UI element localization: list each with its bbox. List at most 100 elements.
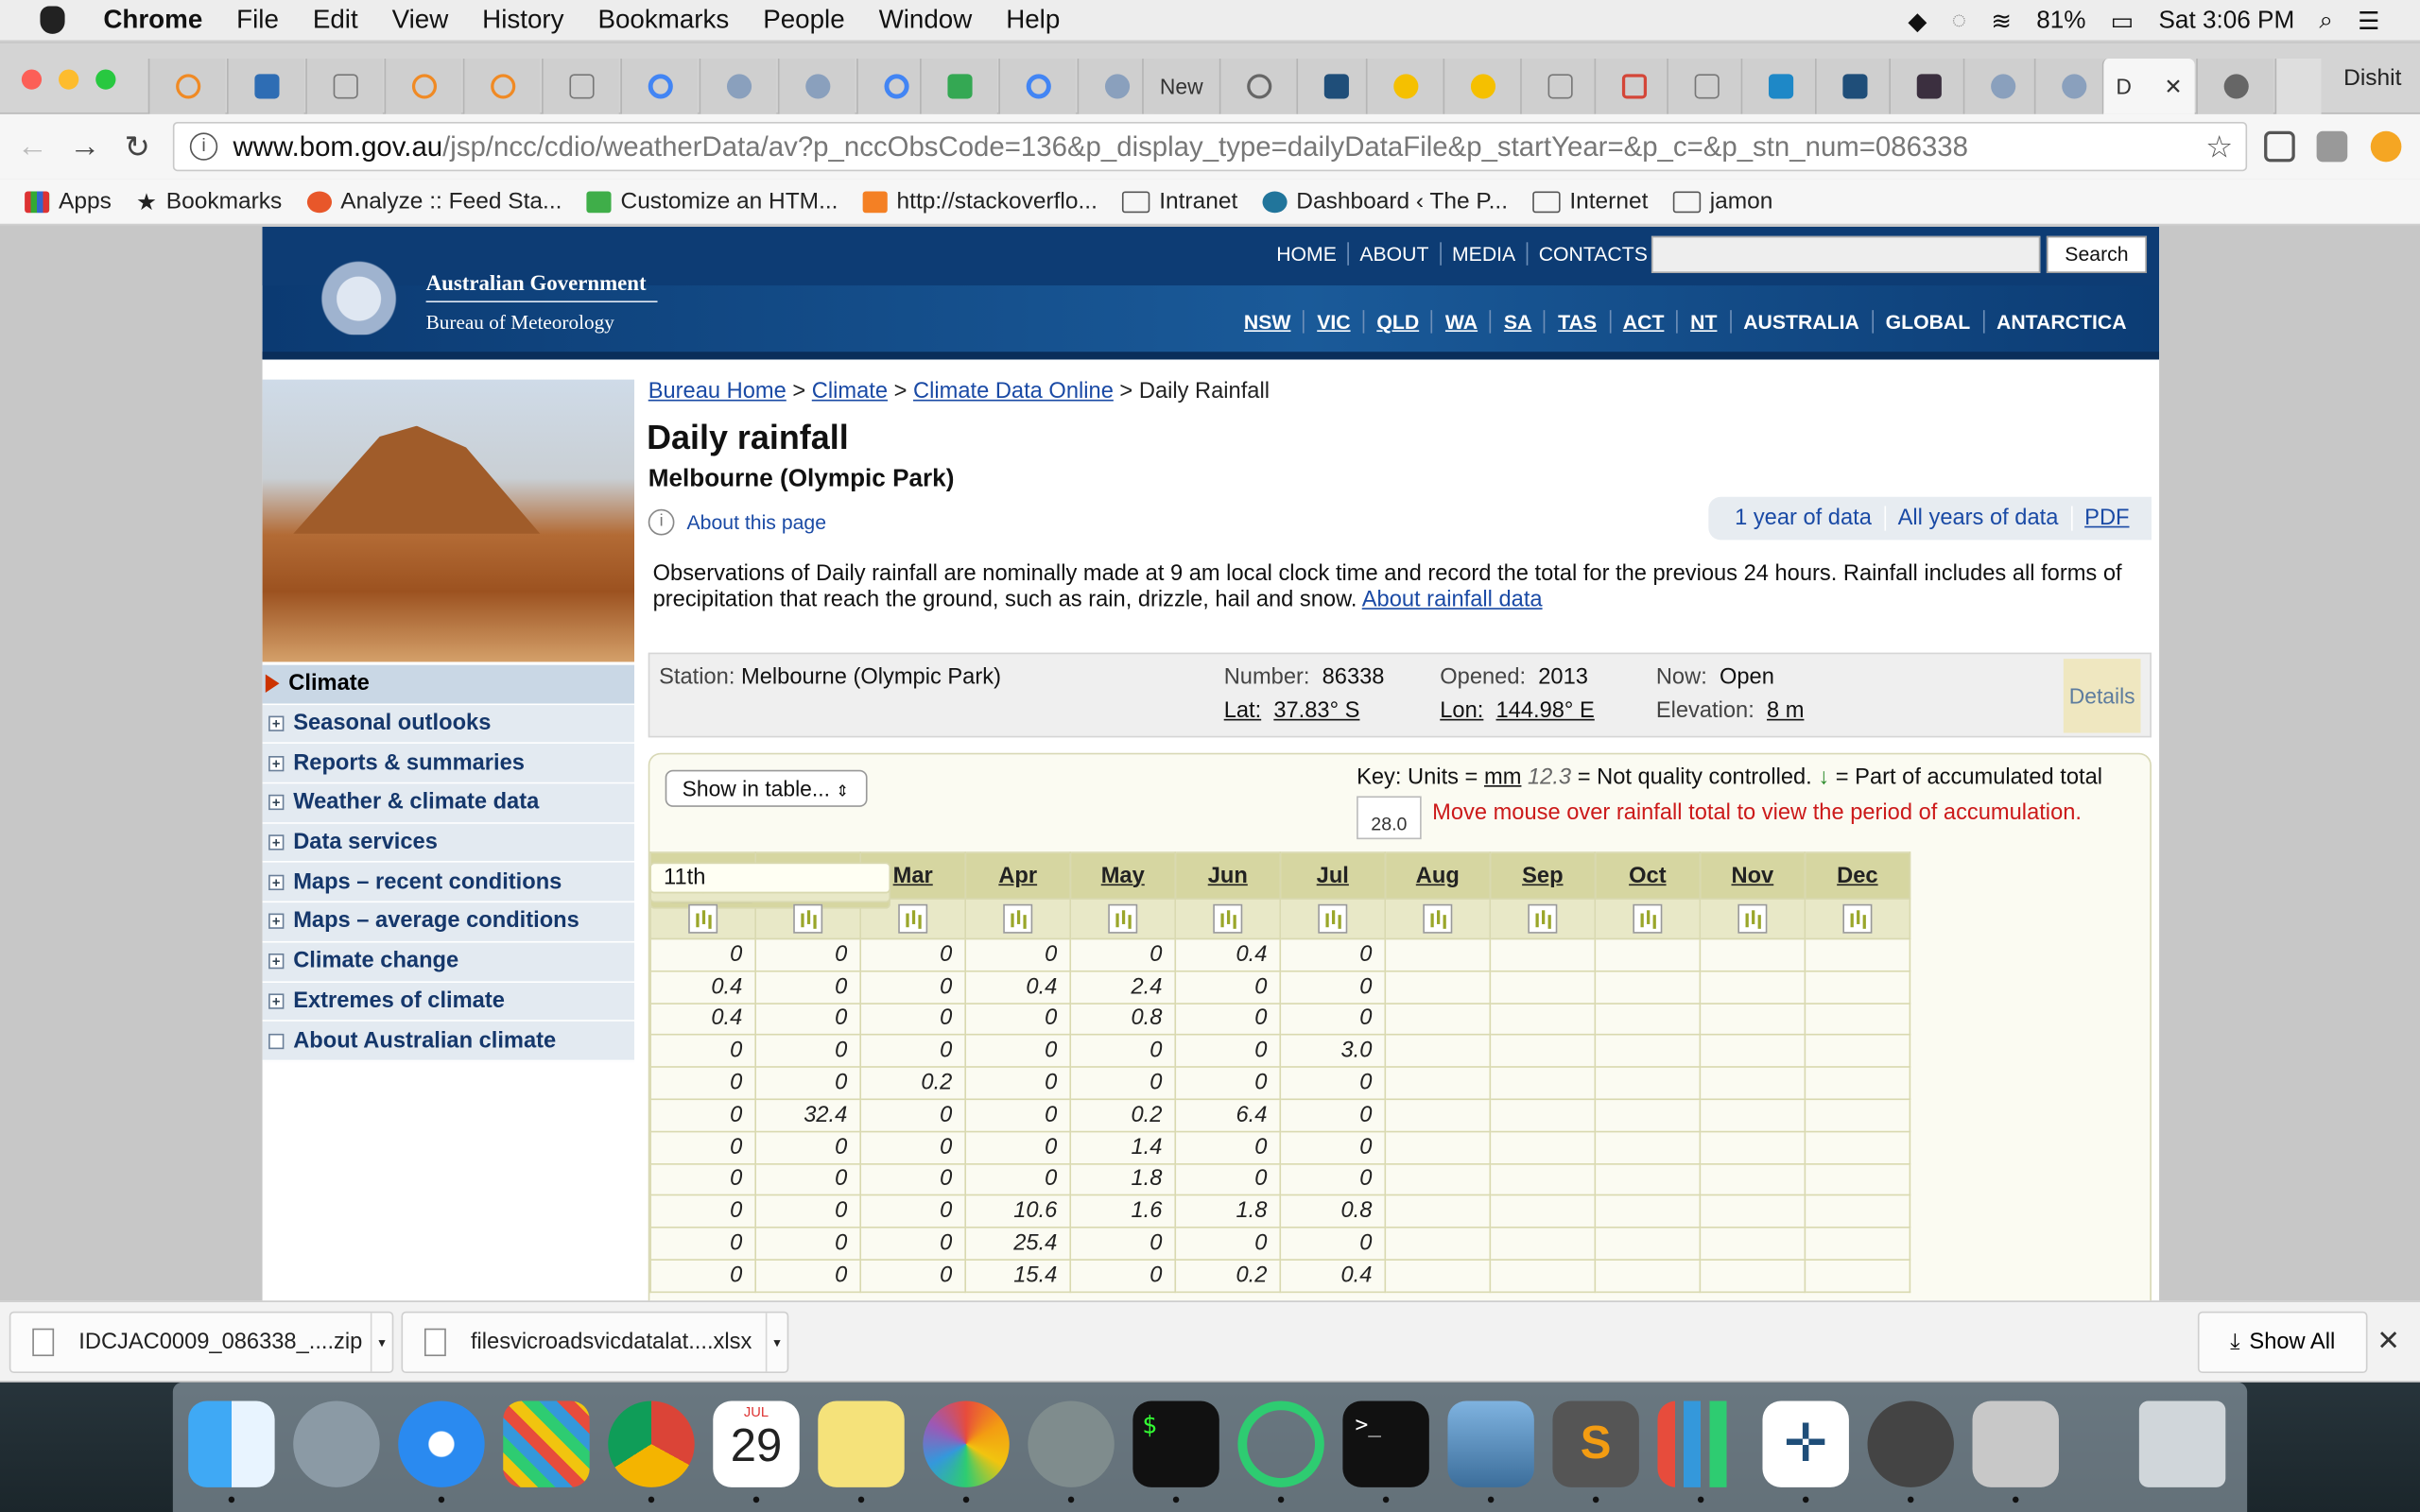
- bar-chart-icon[interactable]: [1423, 903, 1453, 934]
- launchpad-icon[interactable]: [293, 1400, 380, 1487]
- tab[interactable]: [920, 59, 997, 114]
- bookmark-bookmarks[interactable]: ★ Bookmarks: [136, 187, 282, 215]
- nav-wa[interactable]: WA: [1433, 310, 1492, 334]
- bar-chart-icon[interactable]: [1633, 903, 1663, 934]
- tab[interactable]: [1740, 59, 1819, 114]
- sidebar-item-climate[interactable]: Climate: [262, 664, 635, 705]
- month-header-may[interactable]: May: [1069, 851, 1177, 900]
- tab[interactable]: [1520, 59, 1598, 114]
- tab[interactable]: [1443, 59, 1521, 114]
- download-item[interactable]: filesvicroadsvicdatalat....xlsx ▾: [401, 1311, 789, 1374]
- nav-about[interactable]: ABOUT: [1349, 242, 1442, 266]
- month-header-nov[interactable]: Nov: [1699, 851, 1806, 900]
- notification-center-icon[interactable]: ☰: [2358, 6, 2379, 37]
- show-in-table-select[interactable]: Show in table... ⇕: [665, 769, 868, 807]
- pdf-link[interactable]: PDF: [2072, 507, 2141, 531]
- tab[interactable]: [777, 59, 856, 114]
- bar-chart-icon[interactable]: [1737, 903, 1768, 934]
- tab[interactable]: [1962, 59, 2041, 114]
- grab-icon[interactable]: [1972, 1400, 2059, 1487]
- nav-global[interactable]: GLOBAL: [1874, 310, 1984, 334]
- trash-icon[interactable]: [2138, 1400, 2226, 1487]
- finder-icon[interactable]: [188, 1400, 275, 1487]
- tab[interactable]: [1814, 59, 1893, 114]
- notes-icon[interactable]: [818, 1400, 905, 1487]
- tab[interactable]: [384, 59, 462, 114]
- new-tab-button[interactable]: [2274, 59, 2322, 114]
- tab[interactable]: [998, 59, 1076, 114]
- menu-history[interactable]: History: [482, 5, 563, 36]
- month-header-apr[interactable]: Apr: [964, 851, 1072, 900]
- tab-new[interactable]: New: [1142, 59, 1219, 114]
- tab[interactable]: [542, 59, 619, 114]
- bookmark-jamon[interactable]: jamon: [1672, 188, 1772, 215]
- bar-chart-icon[interactable]: [898, 903, 928, 934]
- nav-tas[interactable]: TAS: [1546, 310, 1611, 334]
- tab[interactable]: [699, 59, 777, 114]
- menu-edit[interactable]: Edit: [313, 5, 358, 36]
- calendar-icon[interactable]: 29 JUL: [713, 1400, 800, 1487]
- tab[interactable]: [2196, 59, 2273, 114]
- preview-icon[interactable]: [1447, 1400, 1534, 1487]
- site-search-button[interactable]: Search: [2046, 235, 2148, 273]
- bar-chart-icon[interactable]: [1108, 903, 1138, 934]
- one-year-link[interactable]: 1 year of data: [1708, 506, 1886, 531]
- month-header-aug[interactable]: Aug: [1384, 851, 1492, 900]
- nav-australia[interactable]: AUSTRALIA: [1731, 310, 1874, 334]
- extension-icon[interactable]: [2316, 130, 2348, 163]
- system-preferences-icon[interactable]: [1028, 1400, 1115, 1487]
- sublime-icon[interactable]: S: [1552, 1400, 1639, 1487]
- menu-help[interactable]: Help: [1006, 5, 1060, 36]
- nav-antarctica[interactable]: ANTARCTICA: [1984, 310, 2139, 333]
- all-years-link[interactable]: All years of data: [1886, 506, 2073, 531]
- tab[interactable]: [2033, 59, 2112, 114]
- battery-icon[interactable]: ▭: [2111, 6, 2135, 37]
- download-menu-caret-icon[interactable]: ▾: [765, 1313, 787, 1372]
- bookmark-internet[interactable]: Internet: [1532, 188, 1648, 215]
- bookmark-customize[interactable]: Customize an HTM...: [586, 188, 838, 215]
- download-item[interactable]: IDCJAC0009_086338_....zip ▾: [9, 1311, 394, 1374]
- nav-media[interactable]: MEDIA: [1442, 242, 1529, 266]
- apple-icon[interactable]: [40, 6, 65, 34]
- close-downloads-icon[interactable]: ✕: [2377, 1325, 2400, 1357]
- wifi-icon[interactable]: ≋: [1991, 6, 2012, 37]
- bureau-title[interactable]: Bureau of Meteorology: [426, 310, 614, 335]
- menu-people[interactable]: People: [763, 5, 844, 36]
- tableau-icon[interactable]: ✛: [1762, 1400, 1849, 1487]
- bookmark-feed[interactable]: Analyze :: Feed Sta...: [306, 188, 562, 215]
- nav-act[interactable]: ACT: [1611, 310, 1679, 334]
- tab[interactable]: [1296, 59, 1374, 114]
- sidebar-item-about-climate[interactable]: About Australian climate: [262, 1022, 635, 1062]
- nav-qld[interactable]: QLD: [1364, 310, 1433, 334]
- sidebar-item-maps-average[interactable]: + Maps – average conditions: [262, 902, 635, 943]
- gov-title[interactable]: Australian Government: [426, 273, 647, 298]
- spotlight-icon[interactable]: ⌕: [2319, 7, 2333, 34]
- tab[interactable]: [226, 59, 304, 114]
- sync-icon[interactable]: ◌: [1952, 7, 1967, 34]
- safari-icon[interactable]: [398, 1400, 485, 1487]
- tab[interactable]: [1667, 59, 1744, 114]
- crumb-bureau-home[interactable]: Bureau Home: [648, 380, 786, 404]
- menu-window[interactable]: Window: [879, 5, 973, 36]
- sidebar-item-weather-data[interactable]: + Weather & climate data: [262, 783, 635, 824]
- screenshot-icon[interactable]: [1867, 1400, 1954, 1487]
- crumb-climate-data-online[interactable]: Climate Data Online: [913, 380, 1114, 404]
- site-search-input[interactable]: [1651, 235, 2041, 273]
- bar-chart-icon[interactable]: [793, 903, 823, 934]
- tab[interactable]: [1365, 59, 1443, 114]
- tab[interactable]: [147, 59, 226, 114]
- tab[interactable]: [462, 59, 541, 114]
- dropbox-icon[interactable]: ◆: [1908, 6, 1927, 37]
- lon-label[interactable]: Lon:: [1440, 699, 1483, 724]
- bar-chart-icon[interactable]: [1318, 903, 1348, 934]
- bar-chart-icon[interactable]: [1213, 903, 1243, 934]
- iterm-icon[interactable]: >_: [1342, 1400, 1429, 1487]
- month-header-dec[interactable]: Dec: [1804, 851, 1911, 900]
- bookmark-apps[interactable]: Apps: [25, 188, 112, 215]
- photos-icon[interactable]: [923, 1400, 1010, 1487]
- sidebar-item-seasonal-outlooks[interactable]: + Seasonal outlooks: [262, 704, 635, 745]
- extension-bulb-icon[interactable]: [2264, 130, 2295, 163]
- tab-active[interactable]: D ✕: [2101, 59, 2195, 114]
- tab[interactable]: [1889, 59, 1966, 114]
- crumb-climate[interactable]: Climate: [812, 380, 888, 404]
